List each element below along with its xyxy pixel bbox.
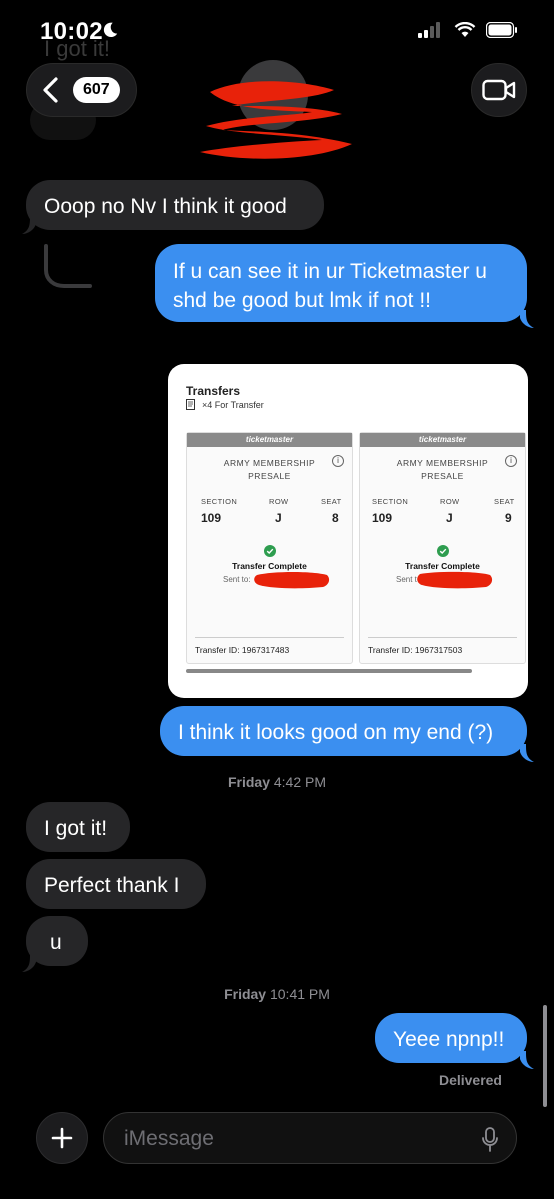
card-subtitle: ×4 For Transfer — [186, 399, 264, 410]
status-icons — [418, 22, 518, 38]
timestamp-day: Friday — [224, 986, 267, 1002]
row-label: ROW — [269, 497, 289, 506]
card-scrollbar — [186, 669, 472, 673]
plus-icon — [51, 1127, 73, 1149]
ticket-icon — [186, 399, 195, 410]
outgoing-message-bubble[interactable]: Yeee npnp!! — [375, 1013, 527, 1063]
incoming-message-bubble[interactable]: Perfect thank I — [26, 859, 206, 909]
incoming-message-bubble[interactable]: Ooop no Nv I think it good — [26, 180, 324, 230]
sent-to-label: Sent to: — [223, 575, 251, 584]
transfer-id: Transfer ID: 1967317503 — [368, 645, 463, 655]
event-name: ARMY MEMBERSHIP PRESALE — [360, 457, 525, 483]
bubble-tail — [22, 954, 36, 972]
wifi-icon — [454, 22, 476, 37]
seat-value: 9 — [505, 511, 512, 525]
ticket-card: ticketmaster ARMY MEMBERSHIP PRESALE i S… — [186, 432, 353, 664]
card-title: Transfers — [186, 384, 241, 398]
message-text: I got it! — [44, 817, 108, 840]
chevron-left-icon — [43, 77, 58, 103]
seat-label: SEAT — [494, 497, 515, 506]
redacted-recipient — [254, 572, 330, 589]
bubble-tail — [520, 1051, 534, 1069]
outgoing-message-bubble[interactable]: If u can see it in ur Ticketmaster u shd… — [155, 244, 527, 322]
bubble-tail — [22, 216, 36, 234]
unread-count-badge: 607 — [73, 77, 120, 103]
seat-label: SEAT — [321, 497, 342, 506]
microphone-icon[interactable] — [482, 1127, 498, 1153]
ticket-card: ticketmaster ARMY MEMBERSHIP PRESALE i S… — [359, 432, 526, 664]
transfer-screenshot-image[interactable]: Transfers ×4 For Transfer ticketmaster A… — [168, 364, 528, 698]
message-text: If u can see it in ur Ticketmaster u shd… — [173, 260, 487, 312]
check-circle-icon — [264, 545, 276, 557]
outgoing-message-bubble[interactable]: I think it looks good on my end (?) — [160, 706, 527, 756]
timestamp: Friday 4:42 PM — [0, 774, 554, 790]
message-input-container[interactable] — [103, 1112, 517, 1164]
add-attachment-button[interactable] — [36, 1112, 88, 1164]
incoming-message-bubble[interactable]: I got it! — [26, 802, 130, 852]
bubble-tail — [520, 744, 534, 762]
info-icon: i — [505, 455, 517, 467]
transfer-id: Transfer ID: 1967317483 — [195, 645, 290, 655]
transfer-status: Transfer Complete — [405, 561, 480, 571]
row-value: J — [275, 511, 282, 525]
card-subtitle-text: ×4 For Transfer — [202, 399, 264, 410]
divider — [368, 637, 517, 638]
ticketmaster-brand: ticketmaster — [360, 433, 525, 447]
message-text: u — [50, 931, 62, 954]
info-icon: i — [332, 455, 344, 467]
section-label: SECTION — [372, 497, 409, 506]
check-circle-icon — [437, 545, 449, 557]
back-button[interactable]: 607 — [26, 63, 137, 117]
video-call-button[interactable] — [471, 63, 527, 117]
signal-icon — [418, 22, 440, 38]
row-label: ROW — [440, 497, 460, 506]
timestamp: Friday 10:41 PM — [0, 986, 554, 1002]
section-value: 109 — [201, 511, 222, 525]
battery-icon — [486, 22, 517, 38]
scrolled-message-ghost: I got it! — [44, 36, 111, 61]
redacted-recipient — [417, 571, 493, 589]
divider — [195, 637, 344, 638]
message-text: Yeee npnp!! — [393, 1028, 505, 1051]
event-line-1: ARMY MEMBERSHIP — [396, 458, 489, 468]
transfer-status: Transfer Complete — [232, 561, 307, 571]
bubble-tail — [520, 310, 534, 328]
event-name: ARMY MEMBERSHIP PRESALE — [187, 457, 352, 483]
timestamp-time: 4:42 PM — [273, 774, 327, 790]
delivered-status: Delivered — [438, 1072, 502, 1088]
redacted-contact-name — [200, 81, 352, 159]
message-text: Ooop no Nv I think it good — [44, 195, 287, 218]
seat-value: 8 — [332, 511, 339, 525]
message-text: I think it looks good on my end (?) — [178, 721, 494, 744]
sent-to-label: Sent t — [396, 575, 417, 584]
section-label: SECTION — [201, 497, 238, 506]
message-text: Perfect thank I — [44, 874, 180, 897]
event-line-2: PRESALE — [248, 471, 291, 481]
row-value: J — [446, 511, 453, 525]
timestamp-day: Friday — [227, 774, 270, 790]
section-value: 109 — [372, 511, 393, 525]
timestamp-time: 10:41 PM — [269, 986, 330, 1002]
event-line-1: ARMY MEMBERSHIP — [223, 458, 316, 468]
scroll-indicator[interactable] — [543, 1005, 547, 1107]
message-input[interactable] — [124, 1125, 464, 1153]
video-camera-icon — [482, 79, 516, 101]
reply-thread-line — [44, 244, 92, 288]
event-line-2: PRESALE — [421, 471, 464, 481]
ticketmaster-brand: ticketmaster — [187, 433, 352, 447]
